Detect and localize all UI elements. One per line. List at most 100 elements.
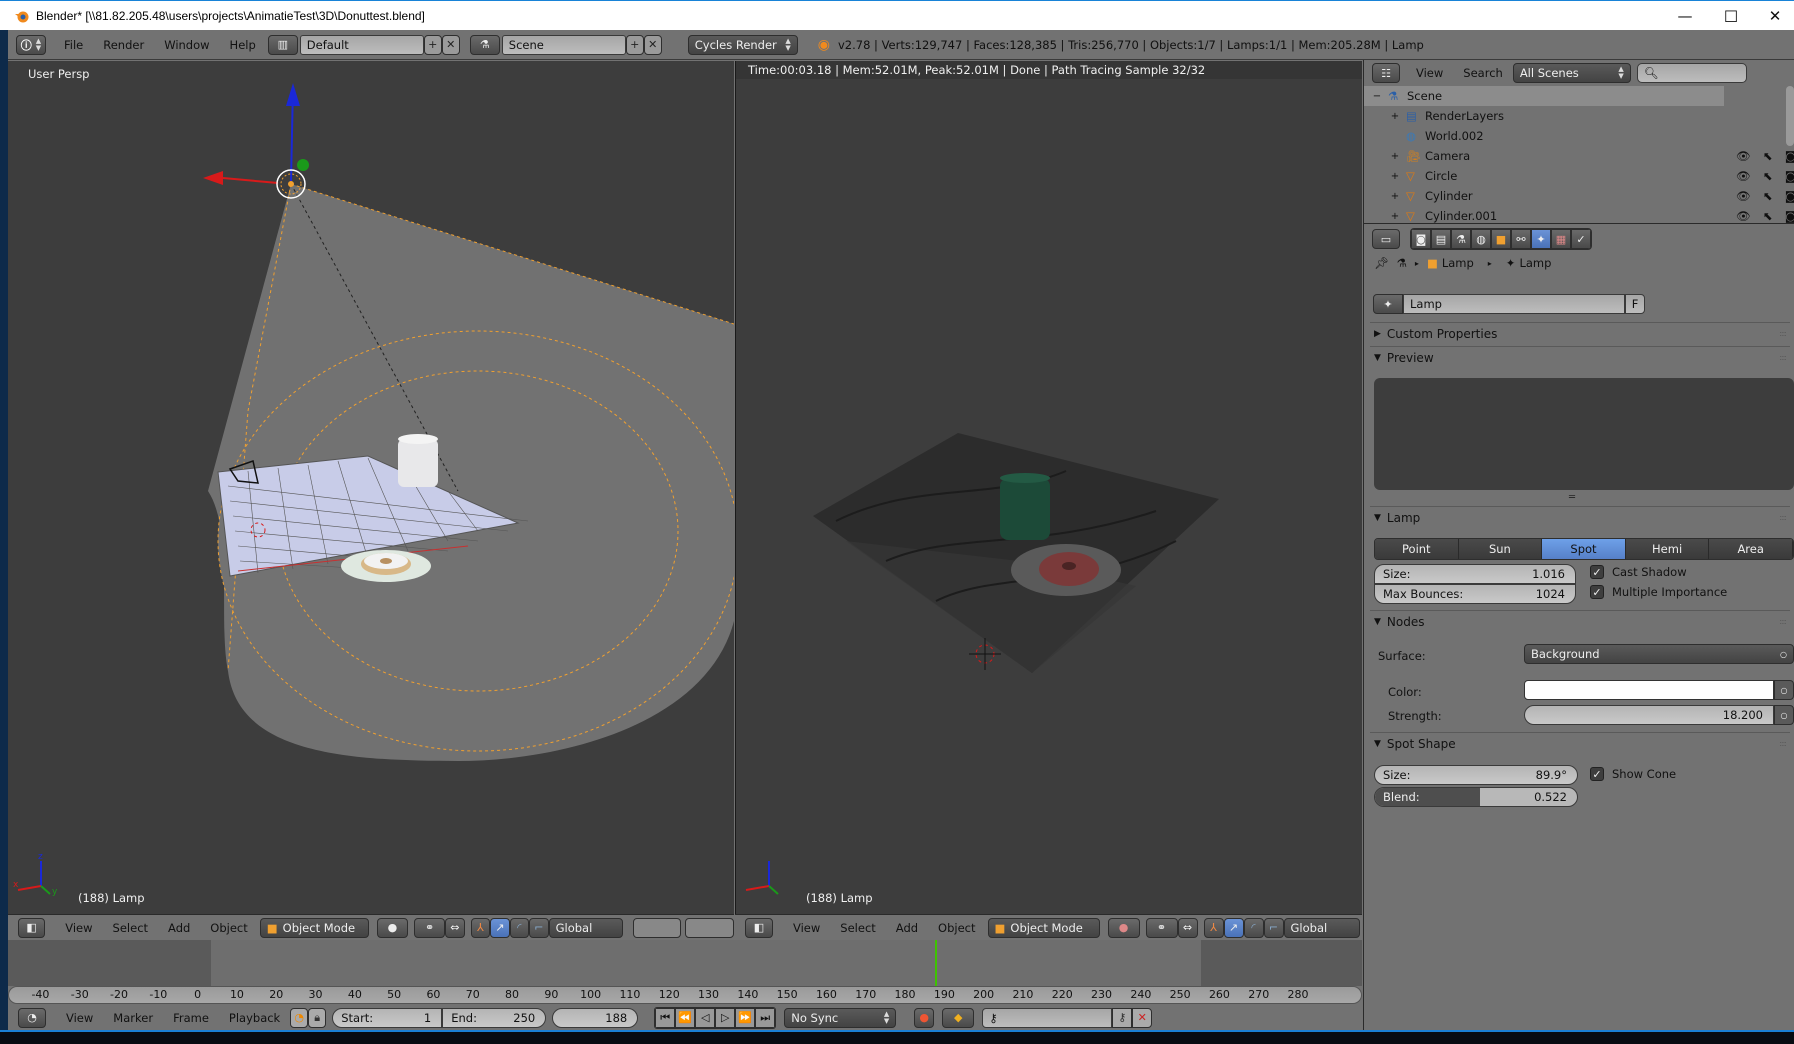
tab-texture[interactable]: ▦ (1551, 229, 1571, 249)
delete-layout-button[interactable]: ✕ (441, 34, 460, 55)
outliner-item[interactable]: ◍ World.002 (1364, 126, 1744, 146)
prev-keyframe-button[interactable]: ⏪ (675, 1007, 696, 1028)
menu-select[interactable]: Select (103, 921, 158, 935)
orientation-dropdown[interactable]: Global (548, 917, 623, 938)
selectable-cursor-icon[interactable]: ⬉ (1763, 149, 1773, 163)
timeline-menu-frame[interactable]: Frame (163, 1011, 219, 1025)
preview-resize-handle[interactable]: ═ (1569, 492, 1575, 503)
scene-name-field[interactable]: Scene (501, 34, 626, 55)
color-swatch[interactable] (1524, 680, 1774, 700)
lamp-type-hemi[interactable]: Hemi (1625, 539, 1710, 559)
spot-size-field[interactable]: Size: 89.9° (1374, 765, 1578, 785)
translate-manip-button-right[interactable]: ⅄ (1203, 917, 1224, 938)
expand-toggle-icon[interactable]: + (1388, 171, 1402, 182)
panel-lamp[interactable]: ▼ Lamp:::: (1370, 506, 1790, 528)
current-frame-field[interactable]: 188 (552, 1007, 639, 1028)
selectable-cursor-icon[interactable]: ⬉ (1763, 209, 1773, 223)
outliner-item-name[interactable]: Circle (1425, 169, 1457, 183)
outliner-item[interactable]: + ▽ Circle 👁︎ ⬉ ◙ (1364, 166, 1794, 186)
start-frame-field[interactable]: Start: 1 (332, 1007, 443, 1028)
mode-dropdown[interactable]: ■ Object Mode (259, 917, 369, 938)
delete-keyframe-button[interactable]: ✕ (1132, 1007, 1153, 1028)
lamp-browse-button[interactable]: ✦ (1373, 294, 1403, 314)
maximize-button[interactable]: ☐ (1708, 1, 1754, 31)
menu-add[interactable]: Add (158, 921, 200, 935)
timeline-menu-marker[interactable]: Marker (103, 1011, 163, 1025)
outliner-search-input[interactable]: 🔍︎ (1636, 63, 1747, 83)
auto-keying-button[interactable]: ● (914, 1007, 935, 1028)
timeline-menu-view[interactable]: View (56, 1011, 103, 1025)
translate-manip-button[interactable]: ⅄ (470, 917, 491, 938)
menu-file[interactable]: File (54, 38, 93, 52)
menu-object[interactable]: Object (200, 921, 257, 935)
tab-lamp-data[interactable]: ✦ (1531, 229, 1551, 249)
menu-window[interactable]: Window (154, 38, 219, 52)
play-button[interactable]: ▷ (715, 1007, 736, 1028)
expand-toggle-icon[interactable]: + (1388, 151, 1402, 162)
render-camera-icon[interactable]: ◙ (1785, 189, 1794, 203)
editor-type-3dview-button-right[interactable]: ◧ (745, 917, 773, 938)
menu-help[interactable]: Help (220, 38, 266, 52)
outliner-item-name[interactable]: Scene (1407, 89, 1442, 103)
tab-world[interactable]: ◍ (1471, 229, 1491, 249)
lock-range-button[interactable]: 🔒︎ (308, 1007, 327, 1028)
outliner-item[interactable]: + ▽ Cylinder 👁︎ ⬉ ◙ (1364, 186, 1794, 206)
show-cone-checkbox[interactable]: ✓ Show Cone (1590, 767, 1676, 781)
layers-grid-2[interactable] (685, 917, 735, 938)
layers-grid-1[interactable] (632, 917, 682, 938)
jump-end-button[interactable]: ⏭ (755, 1007, 776, 1028)
expand-toggle-icon[interactable]: + (1388, 191, 1402, 202)
pivot-dropdown[interactable]: ⚭ (414, 917, 446, 938)
menu-view[interactable]: View (55, 921, 102, 935)
outliner-item-name[interactable]: Camera (1425, 149, 1470, 163)
tab-scene[interactable]: ⚗ (1451, 229, 1471, 249)
lamp-size-field[interactable]: Size: 1.016 (1374, 564, 1576, 584)
sync-mode-dropdown[interactable]: No Sync ▲ ▼ (784, 1007, 897, 1028)
cast-shadow-checkbox[interactable]: ✓ Cast Shadow (1590, 565, 1687, 579)
pivot-dropdown-right[interactable]: ⚭ (1145, 917, 1178, 938)
editor-type-info-button[interactable]: ⓘ ▲ ▼ (16, 34, 46, 55)
selectable-cursor-icon[interactable]: ⬉ (1763, 169, 1773, 183)
visibility-eye-icon[interactable]: 👁︎ (1736, 169, 1751, 183)
outliner-menu-view[interactable]: View (1406, 66, 1453, 80)
outliner-item[interactable]: + 🎥︎ Camera 👁︎ ⬉ ◙ (1364, 146, 1794, 166)
end-frame-field[interactable]: End: 250 (442, 1007, 547, 1028)
outliner-item[interactable]: − ⚗ Scene (1364, 86, 1724, 106)
outliner-menu-search[interactable]: Search (1453, 66, 1513, 80)
preview-range-button[interactable]: ◔ (290, 1007, 309, 1028)
menu-view-right[interactable]: View (783, 921, 830, 935)
outliner-item-name[interactable]: Cylinder (1425, 189, 1473, 203)
tab-physics[interactable]: ✓ (1571, 229, 1591, 249)
fake-user-button[interactable]: F (1625, 294, 1645, 314)
menu-object-right[interactable]: Object (928, 921, 985, 935)
delete-scene-button[interactable]: ✕ (643, 34, 662, 55)
outliner-item-name[interactable]: RenderLayers (1425, 109, 1504, 123)
editor-type-outliner-button[interactable]: ☷ (1372, 63, 1400, 83)
outliner-item-name[interactable]: Cylinder.001 (1425, 209, 1497, 223)
tab-render-layers[interactable]: ▤ (1431, 229, 1451, 249)
viewport-3d-rendered[interactable]: Time:00:03.18 | Mem:52.01M, Peak:52.01M … (735, 61, 1362, 914)
menu-add-right[interactable]: Add (886, 921, 928, 935)
blend-slider[interactable]: Blend: 0.522 (1374, 787, 1578, 807)
panel-nodes[interactable]: ▼ Nodes:::: (1370, 610, 1790, 632)
expand-toggle-icon[interactable]: + (1388, 211, 1402, 222)
multiple-importance-checkbox[interactable]: ✓ Multiple Importance (1590, 585, 1727, 599)
tab-constraints[interactable]: ⚯ (1511, 229, 1531, 249)
color-socket-button[interactable]: ○ (1774, 680, 1794, 700)
visibility-eye-icon[interactable]: 👁︎ (1736, 209, 1751, 223)
manipulator-toggle[interactable]: ⇔ (445, 917, 465, 938)
selectable-cursor-icon[interactable]: ⬉ (1763, 189, 1773, 203)
move-manip-button[interactable]: ↗ (490, 917, 510, 938)
visibility-eye-icon[interactable]: 👁︎ (1736, 189, 1751, 203)
minimize-button[interactable]: — (1662, 1, 1708, 31)
timeline-area[interactable] (8, 940, 1362, 986)
visibility-eye-icon[interactable]: 👁︎ (1736, 149, 1751, 163)
render-engine-dropdown[interactable]: Cycles Render ▲ ▼ (687, 34, 798, 55)
add-scene-button[interactable]: + (625, 34, 644, 55)
jump-start-button[interactable]: ⏮ (655, 1007, 676, 1028)
playhead[interactable] (935, 940, 938, 986)
scale-manip-button[interactable]: ⌐ (529, 917, 549, 938)
display-mode-dropdown[interactable]: All Scenes ▲ ▼ (1512, 63, 1631, 83)
strength-socket-button[interactable]: ○ (1774, 705, 1794, 725)
rotate-manip-button-right[interactable]: ◜ (1243, 917, 1264, 938)
